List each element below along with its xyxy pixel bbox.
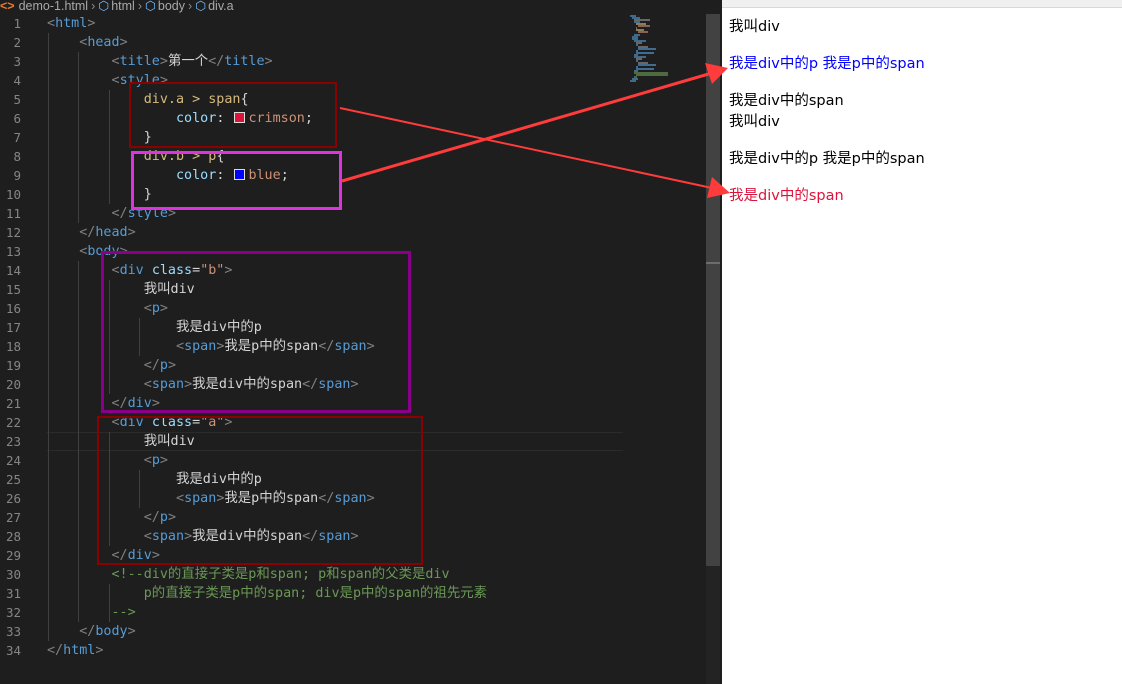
preview-line-blue: 我是div中的p 我是p中的span bbox=[729, 56, 925, 72]
html-file-icon: <> bbox=[0, 0, 15, 13]
code-line-12[interactable]: </head> bbox=[47, 223, 135, 242]
line-number: 24 bbox=[5, 453, 21, 468]
annotation-box-html-div-a bbox=[97, 416, 423, 565]
breadcrumb-file[interactable]: <> demo-1.html bbox=[0, 0, 88, 12]
line-number: 9 bbox=[13, 168, 21, 183]
line-number: 12 bbox=[5, 225, 21, 240]
line-number: 19 bbox=[5, 358, 21, 373]
breadcrumb-item-html[interactable]: ⬡ html bbox=[98, 0, 135, 12]
line-number: 23 bbox=[5, 434, 21, 449]
code-line-34[interactable]: </html> bbox=[47, 641, 103, 660]
line-number: 13 bbox=[5, 244, 21, 259]
code-line-2[interactable]: <head> bbox=[47, 33, 127, 52]
code-line-30[interactable]: <!--div的直接子类是p和span; p和span的父类是div bbox=[47, 565, 450, 584]
code-line-32[interactable]: --> bbox=[47, 603, 136, 622]
line-number: 14 bbox=[5, 263, 21, 278]
code-editor[interactable]: <> demo-1.html › ⬡ html › ⬡ body › ⬡ div.a 1 2 3 4… bbox=[0, 0, 720, 684]
line-number: 10 bbox=[5, 187, 21, 202]
line-number: 34 bbox=[5, 643, 21, 658]
element-cube-icon: ⬡ bbox=[98, 0, 110, 13]
code-line-3[interactable]: <title>第一个</title> bbox=[47, 52, 273, 71]
line-number: 33 bbox=[5, 624, 21, 639]
breadcrumb: <> demo-1.html › ⬡ html › ⬡ body › ⬡ div.a bbox=[0, 0, 720, 14]
element-cube-icon: ⬡ bbox=[195, 0, 207, 13]
line-number: 15 bbox=[5, 282, 21, 297]
annotation-box-css-div-b bbox=[131, 151, 342, 210]
breadcrumb-item-div-a[interactable]: ⬡ div.a bbox=[195, 0, 233, 12]
line-number: 8 bbox=[13, 149, 21, 164]
code-line-1[interactable]: <html> bbox=[47, 14, 95, 33]
element-cube-icon: ⬡ bbox=[144, 0, 156, 13]
line-number: 29 bbox=[5, 548, 21, 563]
line-number: 4 bbox=[13, 73, 21, 88]
line-number: 31 bbox=[5, 586, 21, 601]
line-number: 6 bbox=[13, 111, 21, 126]
annotation-box-css-div-a bbox=[129, 82, 337, 148]
preview-line: 我叫div bbox=[729, 114, 780, 130]
breadcrumb-item-body[interactable]: ⬡ body bbox=[145, 0, 185, 12]
preview-line: 我叫div bbox=[729, 19, 780, 35]
browser-preview: 我叫div 我是div中的p 我是p中的span 我是div中的span 我叫d… bbox=[722, 0, 1122, 684]
line-number: 32 bbox=[5, 605, 21, 620]
line-number: 1 bbox=[13, 16, 21, 31]
line-number: 17 bbox=[5, 320, 21, 335]
vertical-scrollbar-thumb[interactable] bbox=[706, 14, 720, 566]
line-number: 3 bbox=[13, 54, 21, 69]
preview-line-crimson: 我是div中的span bbox=[729, 188, 844, 204]
chevron-right-icon: › bbox=[137, 0, 142, 13]
line-number: 27 bbox=[5, 510, 21, 525]
line-number: 11 bbox=[5, 206, 21, 221]
browser-top-edge bbox=[722, 0, 1122, 8]
line-number: 30 bbox=[5, 567, 21, 582]
line-number: 21 bbox=[5, 396, 21, 411]
line-number: 18 bbox=[5, 339, 21, 354]
preview-line: 我是div中的p 我是p中的span bbox=[729, 151, 925, 167]
line-number: 2 bbox=[13, 35, 21, 50]
line-number: 20 bbox=[5, 377, 21, 392]
line-number: 16 bbox=[5, 301, 21, 316]
line-number: 5 bbox=[13, 92, 21, 107]
chevron-right-icon: › bbox=[91, 0, 96, 13]
line-number: 26 bbox=[5, 491, 21, 506]
annotation-box-html-div-b bbox=[101, 251, 411, 413]
preview-line: 我是div中的span bbox=[729, 93, 844, 109]
line-number: 25 bbox=[5, 472, 21, 487]
line-number: 28 bbox=[5, 529, 21, 544]
scrollbar-cursor-marker bbox=[706, 262, 720, 264]
minimap[interactable] bbox=[628, 14, 698, 84]
code-line-31[interactable]: p的直接子类是p中的span; div是p中的span的祖先元素 bbox=[47, 584, 487, 603]
chevron-right-icon: › bbox=[188, 0, 193, 13]
line-number: 7 bbox=[13, 130, 21, 145]
code-line-33[interactable]: </body> bbox=[47, 622, 135, 641]
line-number: 22 bbox=[5, 415, 21, 430]
